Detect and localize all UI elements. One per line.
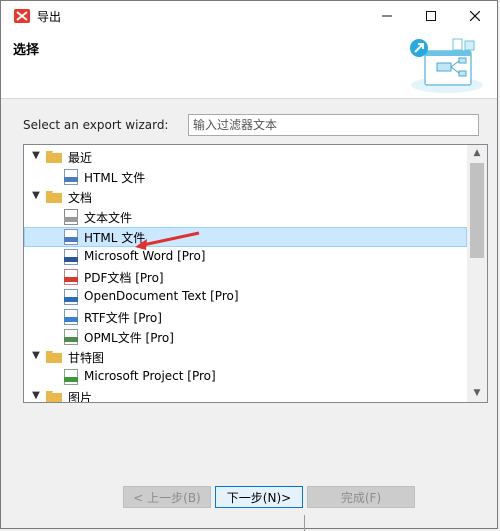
chevron-down-icon[interactable]: ▼ bbox=[30, 390, 42, 402]
page-title: 选择 bbox=[13, 43, 40, 58]
title-bar: 导出 bbox=[1, 1, 497, 31]
minimize-button[interactable] bbox=[365, 1, 409, 31]
folder-icon bbox=[46, 191, 62, 203]
tree-item[interactable]: HTML 文件 bbox=[24, 167, 467, 187]
tree-row-label: OPML文件 [Pro] bbox=[84, 331, 174, 345]
divider bbox=[304, 515, 305, 531]
tree-item[interactable]: Microsoft Word [Pro] bbox=[24, 247, 467, 267]
chevron-down-icon[interactable]: ▼ bbox=[30, 190, 42, 202]
minimize-icon bbox=[382, 15, 392, 17]
close-icon bbox=[470, 11, 480, 21]
doc-file-icon bbox=[64, 249, 78, 265]
tree-row-label: Microsoft Project [Pro] bbox=[84, 369, 216, 383]
maximize-button[interactable] bbox=[409, 1, 453, 31]
tree-item[interactable]: RTF文件 [Pro] bbox=[24, 307, 467, 327]
tree-scrollbar[interactable]: ▲ ▼ bbox=[467, 145, 487, 402]
tree-row-label: 文档 bbox=[68, 191, 93, 205]
tree-row-label: 图片 bbox=[68, 391, 93, 403]
rtf-file-icon bbox=[64, 309, 78, 325]
tree-item[interactable]: OPML文件 [Pro] bbox=[24, 327, 467, 347]
tree-item[interactable]: PDF文档 [Pro] bbox=[24, 267, 467, 287]
tree-item[interactable]: 文本文件 bbox=[24, 207, 467, 227]
pdf-file-icon bbox=[64, 269, 78, 285]
tree-row-label: 文本文件 bbox=[84, 211, 133, 225]
scrollbar-thumb[interactable] bbox=[470, 163, 484, 258]
wizard-tree[interactable]: ▼ 最近 HTML 文件 ▼ 文档 文本文件 HTML 文件 Microsoft… bbox=[23, 144, 488, 403]
folder-icon bbox=[46, 351, 62, 363]
window-title: 导出 bbox=[37, 10, 62, 24]
close-button[interactable] bbox=[453, 1, 497, 31]
html-file-icon bbox=[64, 229, 78, 245]
export-illustration-icon bbox=[410, 38, 483, 93]
odt-file-icon bbox=[64, 289, 78, 305]
xmind-logo-icon bbox=[14, 9, 30, 23]
tree-folder-documents[interactable]: ▼ 文档 bbox=[24, 187, 467, 207]
scroll-up-icon[interactable]: ▲ bbox=[467, 145, 487, 162]
chevron-down-icon[interactable]: ▼ bbox=[30, 350, 42, 362]
wizard-label: Select an export wizard: bbox=[23, 118, 169, 132]
tree-row-label: RTF文件 [Pro] bbox=[84, 311, 162, 325]
scroll-down-icon[interactable]: ▼ bbox=[467, 385, 487, 402]
tree-item[interactable]: Microsoft Project [Pro] bbox=[24, 367, 467, 387]
tree-row-label: 甘特图 bbox=[68, 351, 105, 365]
red-arrow-annotation bbox=[135, 231, 200, 250]
folder-icon bbox=[46, 391, 62, 402]
txt-file-icon bbox=[64, 209, 78, 225]
maximize-icon bbox=[426, 11, 436, 21]
export-dialog: 导出 选择 Select an export wizard: 输入过滤器文本 ▼… bbox=[0, 0, 498, 529]
wizard-header: 选择 bbox=[1, 31, 497, 99]
opml-file-icon bbox=[64, 329, 78, 345]
tree-row-label: HTML 文件 bbox=[84, 171, 146, 185]
tree-row-label: 最近 bbox=[68, 151, 93, 165]
tree-folder-images[interactable]: ▼ 图片 bbox=[24, 387, 467, 403]
folder-icon bbox=[46, 151, 62, 163]
tree-row-label: PDF文档 [Pro] bbox=[84, 271, 164, 285]
tree-folder-recent[interactable]: ▼ 最近 bbox=[24, 147, 467, 167]
next-button[interactable]: 下一步(N)> bbox=[215, 486, 303, 508]
tree-item-selected[interactable]: HTML 文件 bbox=[24, 227, 467, 247]
tree-row-label: OpenDocument Text [Pro] bbox=[84, 289, 239, 303]
html-file-icon bbox=[64, 169, 78, 185]
back-button[interactable]: < 上一步(B) bbox=[123, 486, 211, 508]
filter-input[interactable]: 输入过滤器文本 bbox=[188, 114, 479, 136]
tree-folder-gantt[interactable]: ▼ 甘特图 bbox=[24, 347, 467, 367]
chevron-down-icon[interactable]: ▼ bbox=[30, 150, 42, 162]
mpp-file-icon bbox=[64, 369, 78, 385]
finish-button[interactable]: 完成(F) bbox=[307, 486, 415, 508]
tree-item[interactable]: OpenDocument Text [Pro] bbox=[24, 287, 467, 307]
